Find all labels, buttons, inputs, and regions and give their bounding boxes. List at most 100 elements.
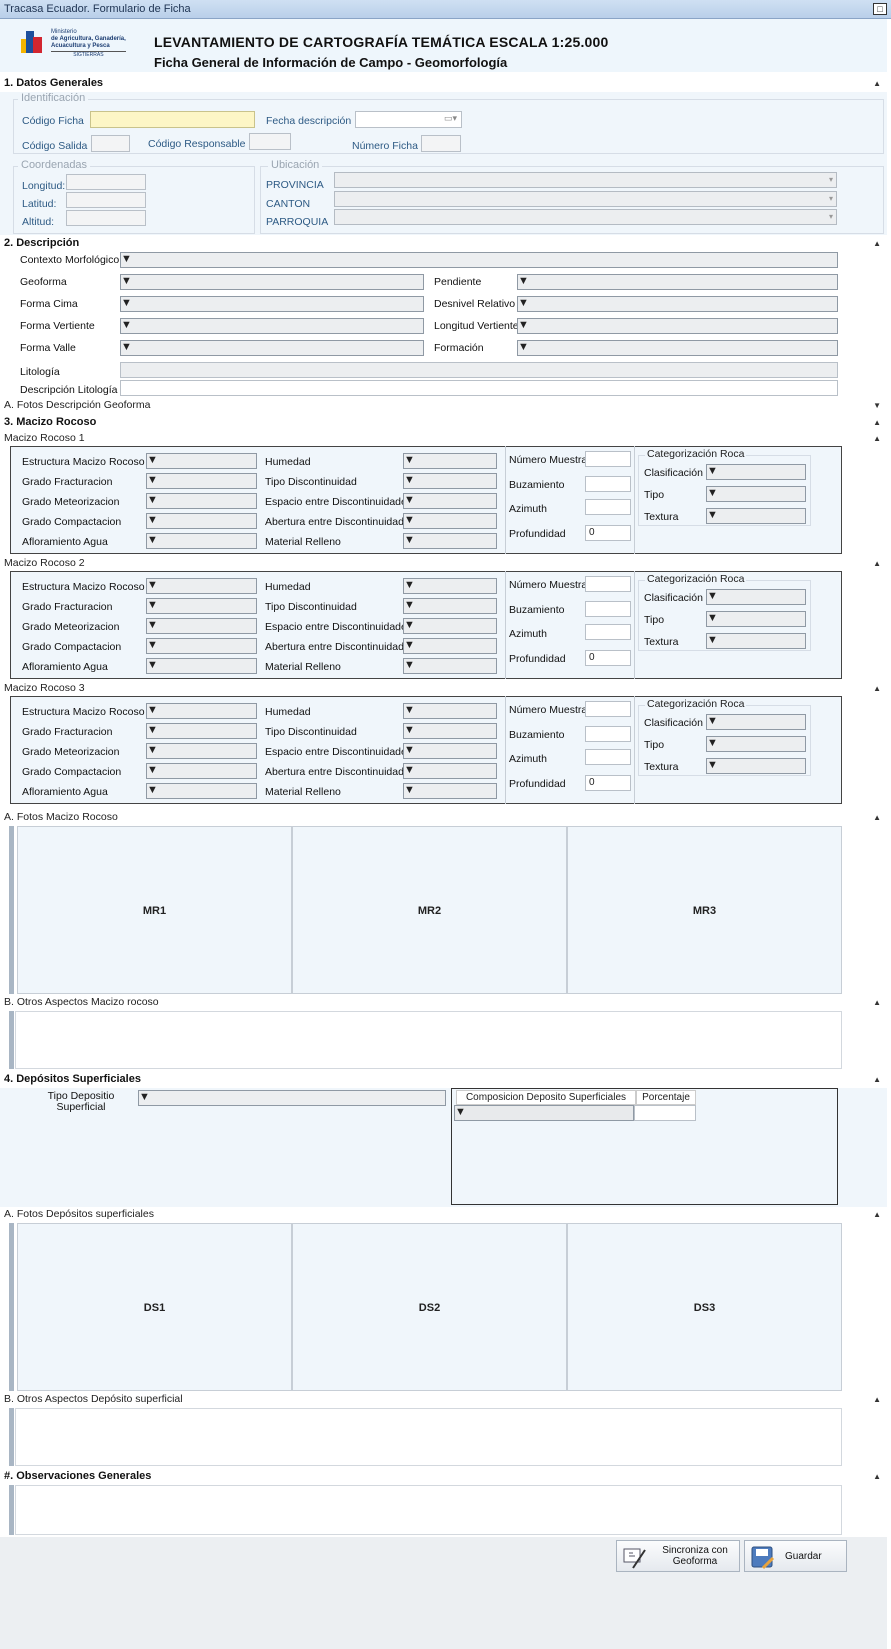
parroquia-select[interactable]: ▾ xyxy=(334,209,837,225)
guardar-button[interactable]: Guardar xyxy=(744,1540,847,1572)
textura-select[interactable]: ▼ xyxy=(706,508,806,524)
macizo-select[interactable]: ▼ xyxy=(403,493,497,509)
codigo-responsable-input[interactable] xyxy=(249,133,291,150)
latitud-input[interactable] xyxy=(66,192,146,208)
macizo-select[interactable]: ▼ xyxy=(403,533,497,549)
col-porcentaje-header[interactable]: Porcentaje xyxy=(636,1090,696,1105)
macizo-select[interactable]: ▼ xyxy=(146,578,257,594)
macizo-2-bar[interactable]: Macizo Rocoso 2 ▲ xyxy=(0,556,887,571)
collapse-icon[interactable]: ▲ xyxy=(873,235,881,252)
macizo-select[interactable]: ▼ xyxy=(146,618,257,634)
composicion-select[interactable]: ▼ xyxy=(454,1105,634,1121)
collapse-icon[interactable]: ▲ xyxy=(873,810,881,825)
macizo-1-bar[interactable]: Macizo Rocoso 1 ▲ xyxy=(0,431,887,446)
macizo-select[interactable]: ▼ xyxy=(146,533,257,549)
observaciones-textarea[interactable] xyxy=(15,1485,842,1535)
litologia-input[interactable] xyxy=(120,362,838,378)
collapse-icon[interactable]: ▲ xyxy=(873,1392,881,1407)
desnivel-select[interactable]: ▼ xyxy=(517,296,838,312)
macizo-select[interactable]: ▼ xyxy=(403,783,497,799)
longitud-input[interactable] xyxy=(66,174,146,190)
fotos-depositos-bar[interactable]: A. Fotos Depósitos superficiales ▲ xyxy=(0,1207,887,1222)
collapse-icon[interactable]: ▲ xyxy=(873,1468,881,1485)
macizo-3-bar[interactable]: Macizo Rocoso 3 ▲ xyxy=(0,681,887,696)
contexto-select[interactable]: ▼ xyxy=(120,252,838,268)
collapse-icon[interactable]: ▲ xyxy=(873,75,881,92)
macizo-select[interactable]: ▼ xyxy=(146,493,257,509)
macizo-select[interactable]: ▼ xyxy=(403,743,497,759)
codigo-ficha-input[interactable] xyxy=(90,111,255,128)
fotos-macizo-bar[interactable]: A. Fotos Macizo Rocoso ▲ xyxy=(0,810,887,825)
macizo-select[interactable]: ▼ xyxy=(146,763,257,779)
num_muestras-input[interactable] xyxy=(585,451,631,467)
clasificacion-select[interactable]: ▼ xyxy=(706,464,806,480)
geoforma-select[interactable]: ▼ xyxy=(120,274,424,290)
collapse-icon[interactable]: ▲ xyxy=(873,556,881,571)
macizo-select[interactable]: ▼ xyxy=(146,598,257,614)
forma-valle-select[interactable]: ▼ xyxy=(120,340,424,356)
textura-select[interactable]: ▼ xyxy=(706,758,806,774)
macizo-select[interactable]: ▼ xyxy=(403,723,497,739)
section-macizo-rocoso[interactable]: 3. Macizo Rocoso ▲ xyxy=(0,414,887,431)
macizo-select[interactable]: ▼ xyxy=(146,453,257,469)
macizo-select[interactable]: ▼ xyxy=(403,453,497,469)
collapse-icon[interactable]: ▲ xyxy=(873,681,881,696)
num_muestras-input[interactable] xyxy=(585,576,631,592)
fotos-geoforma-bar[interactable]: A. Fotos Descripción Geoforma ▼ xyxy=(0,398,887,413)
macizo-select[interactable]: ▼ xyxy=(146,703,257,719)
section-depositos[interactable]: 4. Depósitos Superficiales ▲ xyxy=(0,1071,887,1088)
col-composicion-header[interactable]: Composicion Deposito Superficiales xyxy=(456,1090,636,1105)
profundidad-input[interactable]: 0 xyxy=(585,650,631,666)
macizo-select[interactable]: ▼ xyxy=(403,763,497,779)
macizo-select[interactable]: ▼ xyxy=(146,743,257,759)
otros-macizo-textarea[interactable] xyxy=(15,1011,842,1069)
photo-ds1[interactable]: DS1 xyxy=(17,1223,292,1391)
macizo-select[interactable]: ▼ xyxy=(146,513,257,529)
photo-ds2[interactable]: DS2 xyxy=(292,1223,567,1391)
macizo-select[interactable]: ▼ xyxy=(403,703,497,719)
tipo-select[interactable]: ▼ xyxy=(706,486,806,502)
longitud-vertiente-select[interactable]: ▼ xyxy=(517,318,838,334)
macizo-select[interactable]: ▼ xyxy=(146,783,257,799)
macizo-select[interactable]: ▼ xyxy=(146,658,257,674)
provincia-select[interactable]: ▾ xyxy=(334,172,837,188)
fecha-descripcion-picker[interactable]: ▭▾ xyxy=(355,111,462,128)
tipo-select[interactable]: ▼ xyxy=(706,611,806,627)
macizo-select[interactable]: ▼ xyxy=(403,598,497,614)
canton-select[interactable]: ▾ xyxy=(334,191,837,207)
altitud-input[interactable] xyxy=(66,210,146,226)
azimuth-input[interactable] xyxy=(585,749,631,765)
photo-mr1[interactable]: MR1 xyxy=(17,826,292,994)
profundidad-input[interactable]: 0 xyxy=(585,775,631,791)
collapse-icon[interactable]: ▲ xyxy=(873,995,881,1010)
descripcion-litologia-input[interactable] xyxy=(120,380,838,396)
section-datos-generales[interactable]: 1. Datos Generales ▲ xyxy=(0,75,887,92)
tipo-deposito-select[interactable]: ▼ xyxy=(138,1090,446,1106)
forma-vertiente-select[interactable]: ▼ xyxy=(120,318,424,334)
numero-ficha-input[interactable] xyxy=(421,135,461,152)
pendiente-select[interactable]: ▼ xyxy=(517,274,838,290)
num_muestras-input[interactable] xyxy=(585,701,631,717)
photo-mr3[interactable]: MR3 xyxy=(567,826,842,994)
macizo-select[interactable]: ▼ xyxy=(403,638,497,654)
section-descripcion[interactable]: 2. Descripción ▲ xyxy=(0,235,887,252)
tipo-select[interactable]: ▼ xyxy=(706,736,806,752)
macizo-select[interactable]: ▼ xyxy=(403,578,497,594)
calendar-icon[interactable]: ▭▾ xyxy=(444,113,457,124)
collapse-icon[interactable]: ▲ xyxy=(873,414,881,431)
maximize-icon[interactable]: □ xyxy=(873,3,887,15)
buzamiento-input[interactable] xyxy=(585,476,631,492)
macizo-select[interactable]: ▼ xyxy=(146,473,257,489)
otros-macizo-bar[interactable]: B. Otros Aspectos Macizo rocoso ▲ xyxy=(0,995,887,1010)
profundidad-input[interactable]: 0 xyxy=(585,525,631,541)
sincroniza-geoforma-button[interactable]: Sincroniza con Geoforma xyxy=(616,1540,740,1572)
expand-icon[interactable]: ▼ xyxy=(873,398,881,413)
macizo-select[interactable]: ▼ xyxy=(403,618,497,634)
macizo-select[interactable]: ▼ xyxy=(146,723,257,739)
textura-select[interactable]: ▼ xyxy=(706,633,806,649)
azimuth-input[interactable] xyxy=(585,499,631,515)
forma-cima-select[interactable]: ▼ xyxy=(120,296,424,312)
photo-mr2[interactable]: MR2 xyxy=(292,826,567,994)
azimuth-input[interactable] xyxy=(585,624,631,640)
codigo-salida-input[interactable] xyxy=(91,135,130,152)
